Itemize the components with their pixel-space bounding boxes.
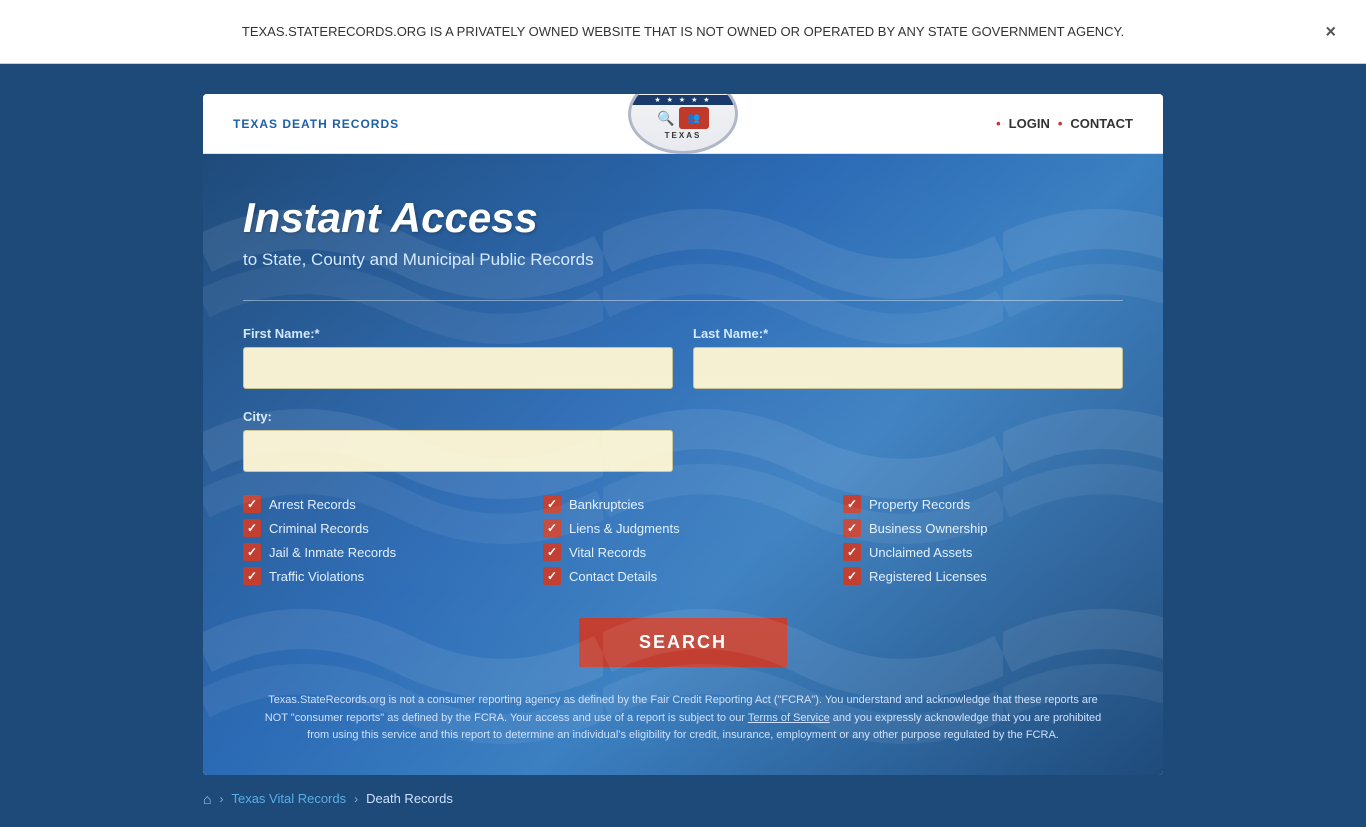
- list-item: Contact Details: [543, 564, 823, 588]
- checkbox-criminal-label: Criminal Records: [269, 521, 369, 536]
- hero-title: Instant Access: [243, 194, 1123, 242]
- checkbox-jail-icon: [243, 543, 261, 561]
- contact-dot: •: [1058, 116, 1063, 131]
- disclaimer: Texas.StateRecords.org is not a consumer…: [243, 692, 1123, 745]
- search-btn-wrapper: SEARCH: [243, 618, 1123, 667]
- name-row: First Name:* Last Name:*: [243, 326, 1123, 389]
- city-label: City:: [243, 409, 673, 424]
- checkbox-bankruptcies-label: Bankruptcies: [569, 497, 644, 512]
- first-name-group: First Name:*: [243, 326, 673, 389]
- checkbox-unclaimed-label: Unclaimed Assets: [869, 545, 972, 560]
- checkbox-property-icon: [843, 495, 861, 513]
- logo-container: STATE RECORDS ★ ★ ★ ★ ★ 🔍 👥 TEXAS: [628, 94, 738, 154]
- page-wrapper: TEXAS DEATH RECORDS STATE RECORDS ★ ★ ★ …: [0, 64, 1366, 827]
- list-item: Criminal Records: [243, 516, 523, 540]
- disclaimer-text: Texas.StateRecords.org is not a consumer…: [263, 692, 1103, 745]
- checkbox-business-icon: [843, 519, 861, 537]
- list-item: Jail & Inmate Records: [243, 540, 523, 564]
- close-banner-button[interactable]: ×: [1325, 21, 1336, 42]
- login-link[interactable]: LOGIN: [1009, 116, 1050, 131]
- checkbox-traffic-icon: [243, 567, 261, 585]
- last-name-group: Last Name:*: [693, 326, 1123, 389]
- list-item: Property Records: [843, 492, 1123, 516]
- checkbox-liens-icon: [543, 519, 561, 537]
- divider: [243, 300, 1123, 301]
- contact-link[interactable]: CONTACT: [1070, 116, 1133, 131]
- breadcrumb-sep-1: ›: [219, 792, 223, 806]
- checkbox-property-label: Property Records: [869, 497, 970, 512]
- top-banner: TEXAS.STATERECORDS.ORG IS A PRIVATELY OW…: [0, 0, 1366, 64]
- city-input[interactable]: [243, 430, 673, 472]
- checkbox-vital-label: Vital Records: [569, 545, 646, 560]
- list-item: Unclaimed Assets: [843, 540, 1123, 564]
- breadcrumb-vital-records-link[interactable]: Texas Vital Records: [231, 791, 346, 806]
- hero-section: Instant Access to State, County and Muni…: [203, 154, 1163, 775]
- checkbox-col-2: Bankruptcies Liens & Judgments Vital Rec…: [543, 492, 823, 588]
- checkbox-vital-icon: [543, 543, 561, 561]
- breadcrumb-current: Death Records: [366, 791, 453, 806]
- card-header: TEXAS DEATH RECORDS STATE RECORDS ★ ★ ★ …: [203, 94, 1163, 154]
- logo-oval: STATE RECORDS ★ ★ ★ ★ ★ 🔍 👥 TEXAS: [628, 94, 738, 154]
- logo-icons: 🔍 👥: [657, 107, 708, 129]
- terms-of-service-link[interactable]: Terms of Service: [748, 712, 830, 724]
- list-item: Liens & Judgments: [543, 516, 823, 540]
- home-icon[interactable]: ⌂: [203, 791, 211, 807]
- checkbox-unclaimed-icon: [843, 543, 861, 561]
- person-icon: 👥: [679, 107, 709, 129]
- checkbox-contact-icon: [543, 567, 561, 585]
- breadcrumb: ⌂ › Texas Vital Records › Death Records: [203, 791, 1163, 807]
- checkbox-licenses-label: Registered Licenses: [869, 569, 987, 584]
- main-card: TEXAS DEATH RECORDS STATE RECORDS ★ ★ ★ …: [203, 94, 1163, 775]
- nav-links: • LOGIN • CONTACT: [996, 116, 1133, 131]
- checkbox-business-label: Business Ownership: [869, 521, 988, 536]
- logo-stars: ★ ★ ★ ★ ★: [631, 95, 735, 105]
- breadcrumb-sep-2: ›: [354, 792, 358, 806]
- list-item: Registered Licenses: [843, 564, 1123, 588]
- list-item: Business Ownership: [843, 516, 1123, 540]
- list-item: Arrest Records: [243, 492, 523, 516]
- site-title: TEXAS DEATH RECORDS: [233, 117, 399, 131]
- checkbox-arrest-label: Arrest Records: [269, 497, 356, 512]
- last-name-label: Last Name:*: [693, 326, 1123, 341]
- list-item: Traffic Violations: [243, 564, 523, 588]
- first-name-input[interactable]: [243, 347, 673, 389]
- checkbox-licenses-icon: [843, 567, 861, 585]
- last-name-input[interactable]: [693, 347, 1123, 389]
- city-group: City:: [243, 409, 673, 472]
- hero-subtitle: to State, County and Municipal Public Re…: [243, 250, 1123, 270]
- checkbox-criminal-icon: [243, 519, 261, 537]
- list-item: Bankruptcies: [543, 492, 823, 516]
- list-item: Vital Records: [543, 540, 823, 564]
- banner-text: TEXAS.STATERECORDS.ORG IS A PRIVATELY OW…: [242, 22, 1124, 42]
- checkbox-contact-label: Contact Details: [569, 569, 657, 584]
- checkbox-col-3: Property Records Business Ownership Uncl…: [843, 492, 1123, 588]
- checkboxes-grid: Arrest Records Criminal Records Jail & I…: [243, 492, 1123, 588]
- search-button[interactable]: SEARCH: [579, 618, 787, 667]
- checkbox-bankruptcies-icon: [543, 495, 561, 513]
- login-dot: •: [996, 116, 1001, 131]
- magnifier-icon: 🔍: [657, 110, 674, 127]
- city-row: City:: [243, 409, 1123, 472]
- checkbox-traffic-label: Traffic Violations: [269, 569, 364, 584]
- checkbox-liens-label: Liens & Judgments: [569, 521, 680, 536]
- first-name-label: First Name:*: [243, 326, 673, 341]
- checkbox-jail-label: Jail & Inmate Records: [269, 545, 396, 560]
- logo-bottom-text: TEXAS: [665, 131, 702, 140]
- checkbox-arrest-icon: [243, 495, 261, 513]
- checkbox-col-1: Arrest Records Criminal Records Jail & I…: [243, 492, 523, 588]
